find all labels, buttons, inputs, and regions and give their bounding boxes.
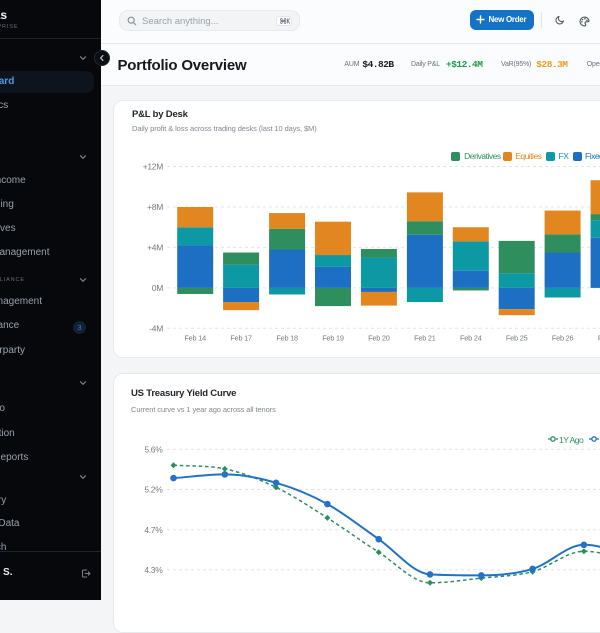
svg-text:Feb 17: Feb 17	[230, 334, 252, 343]
svg-text:Feb 19: Feb 19	[322, 334, 344, 343]
svg-text:Feb 14: Feb 14	[184, 334, 206, 343]
svg-text:+4M: +4M	[147, 243, 163, 253]
svg-text:-4M: -4M	[149, 324, 163, 334]
svg-text:4.3%: 4.3%	[144, 565, 163, 575]
svg-text:+8M: +8M	[147, 202, 163, 212]
svg-text:Feb 18: Feb 18	[276, 334, 298, 343]
svg-text:4.7%: 4.7%	[144, 525, 163, 535]
svg-text:Feb 24: Feb 24	[460, 334, 482, 343]
svg-text:Feb 25: Feb 25	[506, 334, 528, 343]
svg-text:5.2%: 5.2%	[144, 485, 163, 495]
svg-text:+12M: +12M	[143, 162, 164, 172]
svg-text:5.6%: 5.6%	[144, 445, 163, 455]
svg-text:0M: 0M	[152, 283, 163, 293]
svg-text:Feb 20: Feb 20	[368, 334, 390, 343]
svg-text:Feb 26: Feb 26	[552, 334, 574, 343]
svg-text:Feb 21: Feb 21	[414, 334, 436, 343]
